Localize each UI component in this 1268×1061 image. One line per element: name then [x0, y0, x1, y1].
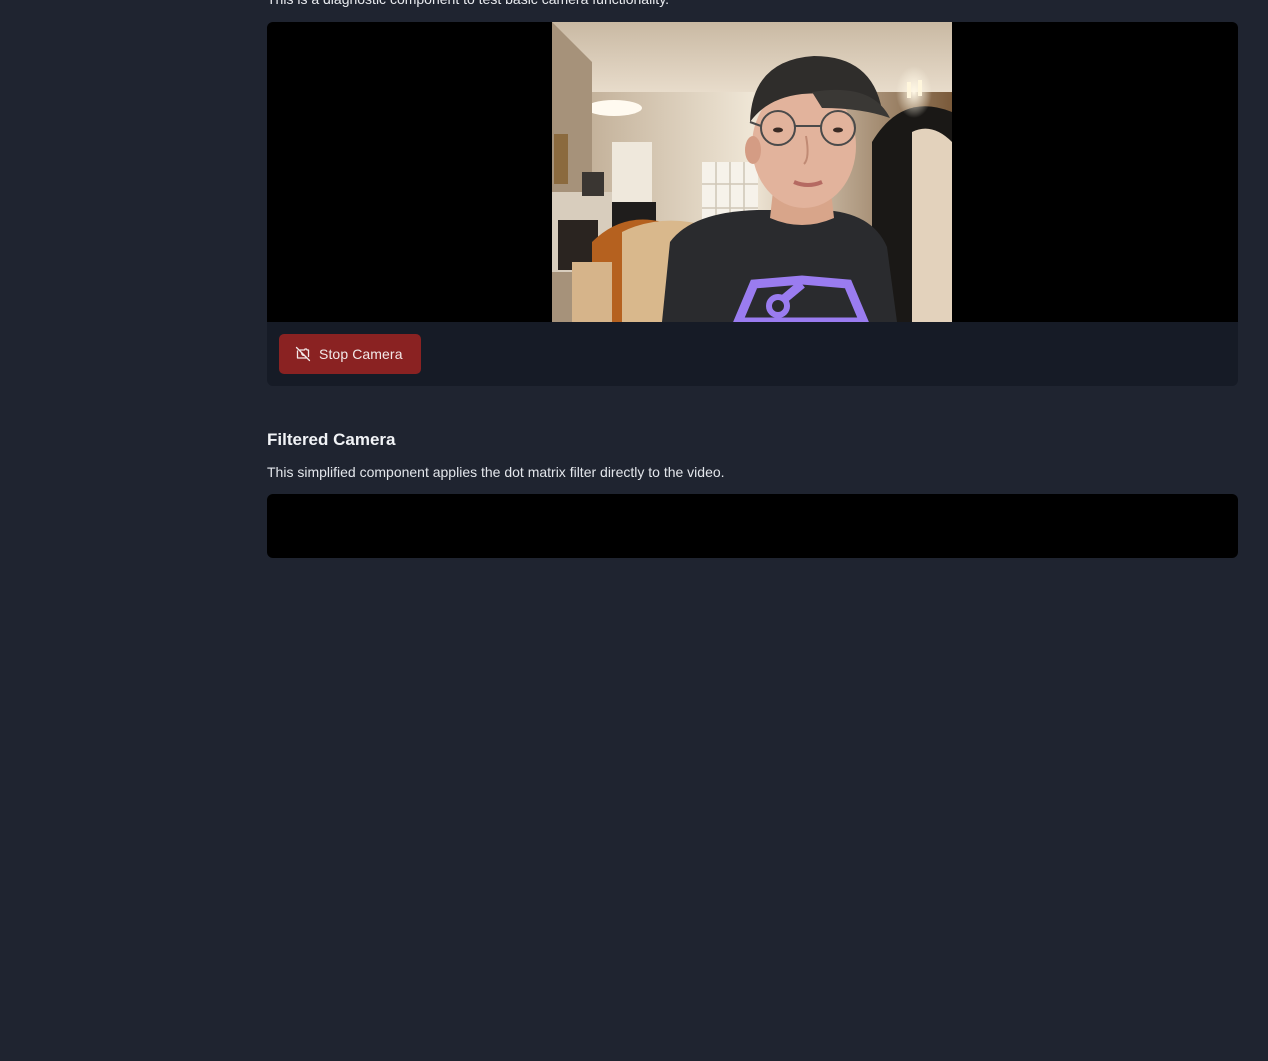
camera-test-description: This is a diagnostic component to test b…: [267, 0, 669, 9]
camera-video-image: [552, 22, 952, 322]
filtered-camera-title: Filtered Camera: [267, 430, 396, 449]
filtered-camera-description: This simplified component applies the do…: [267, 464, 725, 480]
stop-camera-label: Stop Camera: [319, 346, 403, 362]
camera-video-feed: [552, 22, 952, 322]
stop-camera-button[interactable]: Stop Camera: [279, 334, 421, 374]
camera-controls: Stop Camera: [267, 322, 1238, 386]
page: This is a diagnostic component to test b…: [0, 0, 1268, 1061]
camera-video-area: [267, 22, 1238, 322]
camera-test-card: Stop Camera: [267, 22, 1238, 386]
filtered-camera-canvas: [267, 494, 1238, 558]
camera-off-icon: [295, 346, 311, 362]
